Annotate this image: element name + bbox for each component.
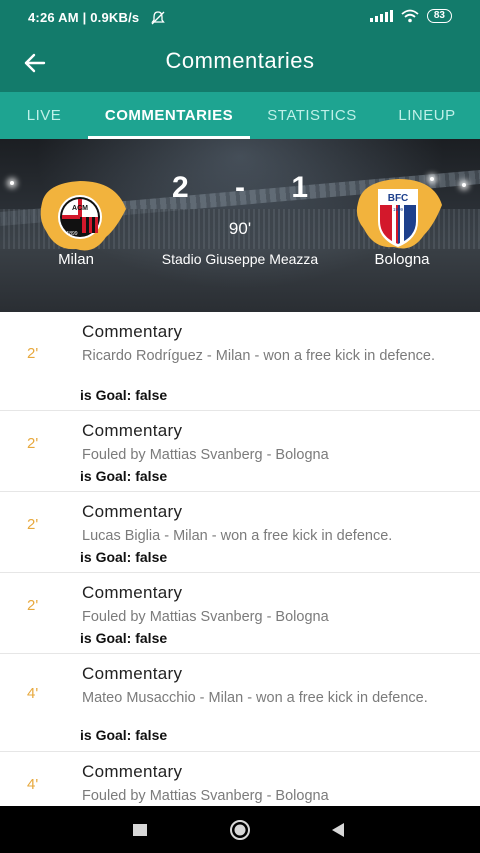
- scoreline: 2 - 1: [172, 171, 308, 207]
- commentary-text: Fouled by Mattias Svanberg - Bologna: [82, 447, 329, 463]
- away-crest-year: 1909: [393, 207, 404, 212]
- bologna-crest-icon: BFC 1909: [356, 179, 442, 249]
- commentary-text: Lucas Biglia - Milan - won a free kick i…: [82, 528, 393, 544]
- commentary-goal-flag: is Goal: false: [80, 549, 168, 565]
- tab-lineup[interactable]: LINEUP: [374, 92, 480, 139]
- status-bar: 4:26 AM | 0.9KB/s 83: [0, 0, 480, 36]
- cell-signal-icon: [369, 10, 393, 22]
- commentary-minute: 2': [27, 516, 39, 533]
- commentary-heading: Commentary: [82, 664, 183, 683]
- commentary-goal-flag: is Goal: false: [80, 727, 168, 743]
- tab-live[interactable]: LIVE: [0, 92, 88, 139]
- commentary-text: Mateo Musacchio - Milan - won a free kic…: [82, 690, 428, 706]
- app-bar: Commentaries: [0, 36, 480, 92]
- list-item[interactable]: 2' Commentary Lucas Biglia - Milan - won…: [0, 492, 480, 573]
- milan-crest-icon: ACM 1899: [40, 181, 126, 251]
- list-item[interactable]: 4' Commentary Fouled by Mattias Svanberg…: [0, 752, 480, 806]
- list-item[interactable]: 2' Commentary Fouled by Mattias Svanberg…: [0, 573, 480, 654]
- home-score: 2: [172, 171, 189, 204]
- score-separator: -: [235, 171, 245, 204]
- circle-icon[interactable]: [229, 819, 251, 841]
- triangle-back-icon[interactable]: [330, 822, 346, 838]
- commentary-text: Fouled by Mattias Svanberg - Bologna: [82, 609, 329, 625]
- commentary-text: Ricardo Rodríguez - Milan - won a free k…: [82, 348, 435, 364]
- battery-indicator: 83: [426, 9, 452, 23]
- wifi-icon: [401, 9, 419, 23]
- square-icon[interactable]: [132, 823, 148, 837]
- tab-bar: LIVE COMMENTARIES STATISTICS LINEUP: [0, 92, 480, 139]
- away-team-name: Bologna: [374, 251, 430, 268]
- commentary-heading: Commentary: [82, 322, 183, 341]
- commentary-heading: Commentary: [82, 762, 183, 781]
- commentary-minute: 4': [27, 776, 39, 793]
- status-time: 4:26 AM | 0.9KB/s: [28, 10, 140, 25]
- list-item[interactable]: 2' Commentary Fouled by Mattias Svanberg…: [0, 411, 480, 492]
- floodlight: [10, 181, 14, 185]
- home-crest-year: 1899: [66, 231, 77, 237]
- page-title: Commentaries: [165, 48, 315, 73]
- away-crest-text: BFC: [388, 193, 409, 204]
- commentary-minute: 2': [27, 345, 39, 362]
- commentary-heading: Commentary: [82, 421, 183, 440]
- bell-off-icon: [151, 11, 165, 25]
- system-nav-bar: [0, 806, 480, 853]
- list-item[interactable]: 4' Commentary Mateo Musacchio - Milan - …: [0, 654, 480, 752]
- commentary-minute: 4': [27, 685, 39, 702]
- commentary-text: Fouled by Mattias Svanberg - Bologna: [82, 788, 329, 804]
- match-header: ACM 1899 BFC 1909 Milan Bologna 2 - 1 90…: [0, 139, 480, 312]
- commentary-minute: 2': [27, 435, 39, 452]
- commentary-goal-flag: is Goal: false: [80, 468, 168, 484]
- home-team-name: Milan: [58, 251, 94, 268]
- home-crest-text: ACM: [72, 205, 88, 212]
- stadium-name: Stadio Giuseppe Meazza: [161, 251, 319, 267]
- commentary-goal-flag: is Goal: false: [80, 387, 168, 403]
- commentary-heading: Commentary: [82, 502, 183, 521]
- match-minute: 90': [228, 219, 252, 238]
- commentary-minute: 2': [27, 597, 39, 614]
- tab-commentaries[interactable]: COMMENTARIES: [88, 92, 250, 139]
- floodlight: [462, 183, 466, 187]
- away-score: 1: [291, 171, 308, 204]
- tab-statistics[interactable]: STATISTICS: [250, 92, 374, 139]
- commentary-list[interactable]: 2' Commentary Ricardo Rodríguez - Milan …: [0, 312, 480, 806]
- commentary-heading: Commentary: [82, 583, 183, 602]
- commentary-goal-flag: is Goal: false: [80, 630, 168, 646]
- list-item[interactable]: 2' Commentary Ricardo Rodríguez - Milan …: [0, 312, 480, 411]
